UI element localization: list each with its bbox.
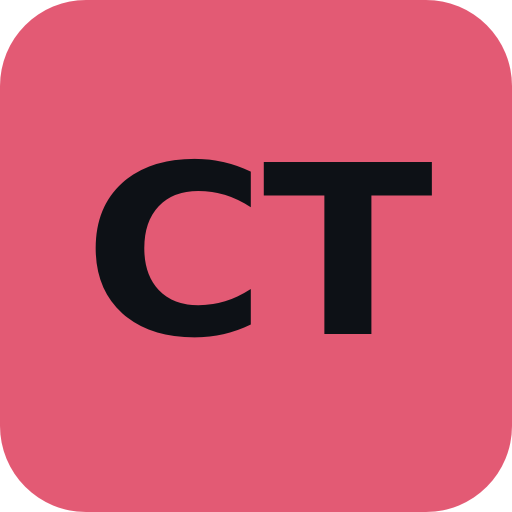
app-icon-monogram: CT — [83, 115, 433, 390]
app-icon[interactable]: CT — [0, 0, 512, 512]
